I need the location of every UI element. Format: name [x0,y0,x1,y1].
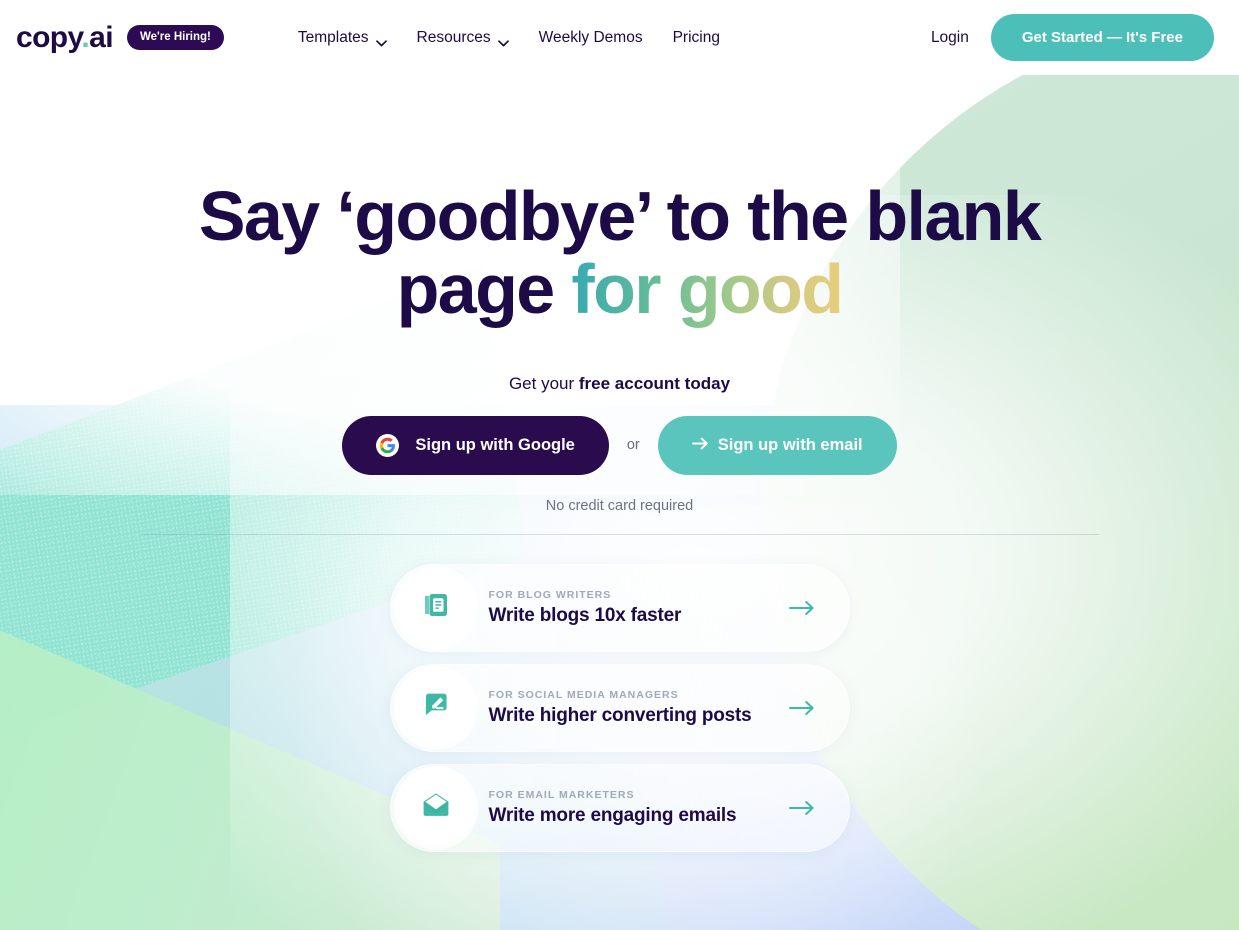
card-eyebrow: FOR BLOG WRITERS [488,588,612,601]
sign-up-with-google-button[interactable]: Sign up with Google [342,415,609,475]
hero-subtitle: Get your free account today [0,374,1239,394]
arrow-right-icon[interactable] [788,799,815,817]
card-title: Write more engaging emails [488,804,737,826]
arrow-right-icon[interactable] [788,699,815,717]
speech-bubble-pen-icon [421,690,451,725]
google-icon [376,433,400,457]
logo-wordmark[interactable]: copy.ai [16,20,114,55]
chevron-down-icon [497,34,509,47]
nav-links: Templates Resources Weekly Demos Pricing [298,29,720,47]
nav-item-templates-label: Templates [297,28,369,46]
headline-line-2-plain: page [396,249,572,328]
landing-page: copy.ai We're Hiring! Templates Resource… [0,0,1239,930]
no-credit-card-note: No credit card required [545,497,694,514]
hiring-badge[interactable]: We're Hiring! [126,25,224,50]
top-navigation-bar: copy.ai We're Hiring! Templates Resource… [0,0,1239,75]
use-case-cards: FOR BLOG WRITERS Write blogs 10x faster [0,563,1239,852]
hero-subtitle-bold: free account today [578,373,731,393]
hero-section: Say ‘goodbye’ to the blank page for good… [0,75,1239,852]
headline-line-2-gradient: for good [571,249,844,328]
card-blog-writers[interactable]: FOR BLOG WRITERS Write blogs 10x faster [389,563,850,652]
signup-cta-row: Sign up with Google or Sign up with emai… [0,415,1239,475]
get-started-button[interactable]: Get Started — It's Free [990,14,1214,61]
brand-logo-group[interactable]: copy.ai We're Hiring! [16,21,224,55]
login-link[interactable]: Login [931,29,969,47]
hero-subtitle-plain: Get your [508,373,579,393]
logo-dot: . [81,20,90,54]
nav-right-group: Login Get Started — It's Free [931,14,1214,61]
nav-item-weekly-demos-label: Weekly Demos [538,28,643,46]
nav-item-pricing[interactable]: Pricing [673,29,720,47]
chevron-down-icon [375,34,387,47]
card-title: Write blogs 10x faster [488,604,682,626]
section-divider [140,533,1099,535]
card-email-marketers[interactable]: FOR EMAIL MARKETERS Write more engaging … [389,763,850,852]
headline-line-1: Say ‘goodbye’ to the blank [198,177,1042,255]
arrow-right-icon [691,436,709,455]
card-eyebrow: FOR SOCIAL MEDIA MANAGERS [488,688,679,701]
nav-item-weekly-demos[interactable]: Weekly Demos [539,29,643,47]
card-icon-badge [393,665,478,750]
card-eyebrow: FOR EMAIL MARKETERS [488,788,635,801]
sign-up-with-email-label: Sign up with email [717,435,863,454]
card-title: Write higher converting posts [488,704,752,726]
card-social-media-managers[interactable]: FOR SOCIAL MEDIA MANAGERS Write higher c… [389,663,850,752]
open-envelope-icon [421,790,451,825]
card-text-group: FOR EMAIL MARKETERS Write more engaging … [489,789,737,827]
nav-item-resources-label: Resources [416,28,491,46]
logo-text-suffix: ai [89,20,113,54]
card-icon-badge [393,565,478,650]
sign-up-with-email-button[interactable]: Sign up with email [657,415,897,475]
page-title: Say ‘goodbye’ to the blank page for good [0,75,1239,326]
card-icon-badge [393,765,478,850]
logo-text-main: copy [16,20,82,54]
card-text-group: FOR BLOG WRITERS Write blogs 10x faster [489,589,682,627]
nav-item-pricing-label: Pricing [672,28,720,46]
nav-item-templates[interactable]: Templates [298,29,387,47]
or-separator-label: or [626,437,640,454]
book-icon [421,590,451,625]
arrow-right-icon[interactable] [788,599,815,617]
card-text-group: FOR SOCIAL MEDIA MANAGERS Write higher c… [489,689,752,727]
sign-up-with-google-label: Sign up with Google [415,435,575,454]
nav-item-resources[interactable]: Resources [417,29,509,47]
